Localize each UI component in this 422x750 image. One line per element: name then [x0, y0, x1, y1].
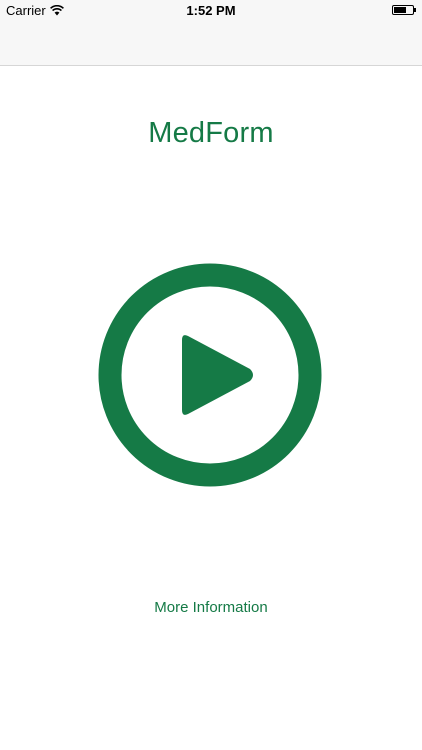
app-title: MedForm [148, 117, 274, 149]
battery-icon [392, 5, 416, 15]
play-circle-icon [98, 263, 322, 487]
more-information-link[interactable]: More Information [0, 599, 422, 616]
navigation-bar [0, 22, 422, 66]
play-button[interactable] [98, 263, 322, 487]
status-time: 1:52 PM [186, 3, 236, 18]
status-bar: Carrier 1:52 PM [0, 0, 422, 22]
